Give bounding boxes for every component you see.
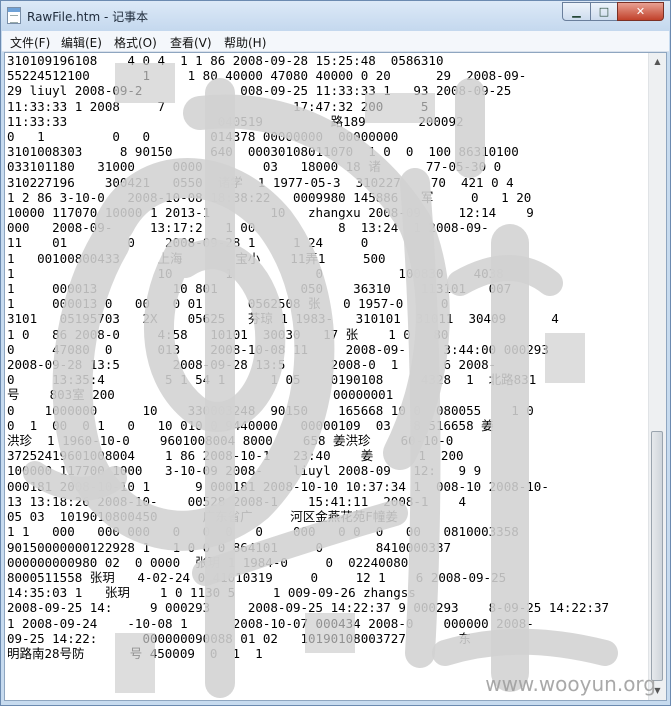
text-line: 1 0 86 2008-0 4:58 10101 30030 17 张 1 0 … (7, 326, 456, 342)
text-content[interactable]: 310109196108 4 0 4 1 1 86 2008-09-28 15:… (7, 53, 647, 700)
minimize-icon: ▁ (572, 5, 581, 18)
close-button[interactable]: ✕ (617, 2, 664, 21)
text-line: 09-25 14:22: 000000090088 01 02 10190108… (7, 630, 472, 646)
text-line: 033101180 31000 0000 03 18000 18 诸 77-05… (7, 159, 509, 175)
menu-help[interactable]: 帮助(H) (224, 34, 266, 51)
text-line: 1 00100800433 上海 宝小 11弄1 500 (7, 250, 424, 266)
text-line: 11:33:33 040519 路189 200092 (7, 113, 487, 129)
menu-format[interactable]: 格式(O) (114, 34, 157, 51)
text-line: 洪珍 1 1960-10-0 9601008004 8000 658 姜洪珍 6… (7, 433, 476, 449)
text-line: 000 2008-09- 13:17:2 1 00 8 13:24 1 2008… (7, 220, 527, 236)
text-line: 0 1 0 0 014378 00000000 00000000 (7, 129, 436, 145)
text-line: 000000000980 02 0 0000 张玥 1 1984-0 0 022… (7, 554, 416, 570)
text-line: 55224512100 1 1 80 40000 47080 40000 0 2… (7, 68, 527, 84)
text-line: 0 13:35:4 5 1 54 1 1 05 0190108 4328 1 北… (7, 372, 537, 388)
maximize-button[interactable]: □ (590, 2, 618, 21)
text-line: 11:33:33 1 2008 7 17:47:32 200 5 (7, 98, 452, 114)
text-editor[interactable]: 310109196108 4 0 4 1 1 86 2008-09-28 15:… (4, 52, 667, 701)
text-line: 0 1000000 10 330003248 90150 165668 10 0… (7, 402, 542, 418)
text-line: 2008-09-25 14: 9 000293 2008-09-25 14:22… (7, 600, 617, 616)
text-line: 1 2008-09-24 -10-08 1 2008-10-07 000434 … (7, 615, 534, 631)
text-line: 10000 117070 10000 1 2013-1 10 zhangxu 2… (7, 205, 534, 221)
text-line: 1 000013 0 00 0 01 0562508 张 0 1957-0 0 (7, 296, 456, 312)
menu-edit[interactable]: 编辑(E) (61, 34, 102, 51)
text-line: 0 1 00 0 1 0 10 010 0 9440000 00000109 0… (7, 417, 494, 433)
minimize-button[interactable]: ▁ (562, 2, 591, 21)
text-line: 100000 117700 1000 3-10-09 2008- liuyl 2… (7, 463, 489, 479)
text-line: 14:35:03 1 张玥 1 0 1130 5 1 009-09-26 zha… (7, 585, 424, 601)
text-line: 13 13:18:26 2008-10- 00528 2008-1 15:41:… (7, 493, 474, 509)
text-line: 1 2 86 3-10-0 2008-10-08 18:38:22 000998… (7, 189, 539, 205)
text-line: 37252419601008004 1 86 2008-10-1 23:40 姜… (7, 448, 472, 464)
menu-file[interactable]: 文件(F) (10, 34, 50, 51)
scrollbar-thumb[interactable] (651, 431, 663, 681)
text-line: 3101 05195703 2X 05625 芬琼 1 1983- 310101… (7, 311, 582, 327)
text-line: 11 01 0 2008-09-28 1 1 24 0 (7, 235, 421, 251)
text-line: 310227196 300421 0550 诸学 1 1977-05-3 310… (7, 174, 529, 190)
text-line: 29 liuyl 2008-09-2 008-09-25 11:33:33 1 … (7, 83, 519, 99)
text-line: 1 000013 10 801 050 36310 113101 007 (7, 281, 519, 297)
vertical-scrollbar[interactable]: ▲ ▼ (648, 53, 666, 700)
text-line: 000181 2008-10-10 1 9 000181 2008-10-10 … (7, 478, 549, 494)
text-line: 3101008303 8 90150 640 00030108011070 1 … (7, 144, 527, 160)
maximize-icon: □ (598, 5, 610, 18)
text-line: 2008-09-28 13:5 2008-09-28 13:5 2008-0 1… (7, 357, 497, 373)
title-bar[interactable]: RawFile.htm - 记事本 ▁ □ ✕ (1, 1, 670, 31)
text-line: 1 10 1 0 100830 4038 (7, 265, 512, 281)
watermark-text: www.wooyun.org (485, 672, 656, 696)
text-line: 8000511558 张玥 4-02-24 0 41010319 0 12 1 … (7, 569, 514, 585)
text-line: 310109196108 4 0 4 1 1 86 2008-09-28 15:… (7, 53, 497, 68)
window-title: RawFile.htm - 记事本 (27, 10, 149, 24)
text-line: 05 03 1019010800450 广东省广 河区金燕花苑F幢姜 (7, 509, 443, 525)
text-line: 号 803室 200 00000001 (7, 387, 416, 403)
notepad-window: RawFile.htm - 记事本 ▁ □ ✕ 文件(F) 编辑(E) 格式(O… (0, 0, 671, 706)
notepad-app-icon[interactable] (7, 7, 21, 24)
text-line: 明路南28号防 号 450009 0 1 1 (7, 645, 286, 661)
text-line: 90150000000122928 1 1 0 0 0 864101 0 841… (7, 539, 459, 555)
menu-view[interactable]: 查看(V) (170, 34, 212, 51)
scroll-up-icon[interactable]: ▲ (650, 54, 665, 70)
close-icon: ✕ (635, 5, 646, 18)
text-line: 1 1 000 000 000 0 0 0 0 000 0 0 0 00 081… (7, 524, 527, 540)
menu-bar: 文件(F) 编辑(E) 格式(O) 查看(V) 帮助(H) (2, 31, 669, 52)
text-line: 0 47080 0 013 2008-10-08 11 2008-09- 3:4… (7, 341, 557, 357)
